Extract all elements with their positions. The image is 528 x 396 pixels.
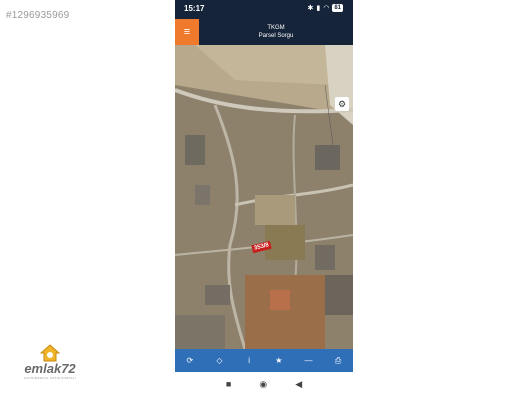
info-icon[interactable]: i: [239, 356, 259, 365]
status-bar: 15:17 ✱ ▮ ◠ 81: [175, 0, 353, 19]
status-icons: ✱ ▮ ◠ 81: [307, 4, 343, 12]
app-header: ≡ TKGM Parsel Sorgu: [175, 19, 353, 45]
app-title: TKGM Parsel Sorgu: [199, 24, 353, 40]
recent-apps-icon[interactable]: ■: [226, 379, 231, 389]
hamburger-icon: ≡: [183, 26, 191, 38]
brand-logo: emlak72 GAYRIMENKUL SATIŞ PORTALI: [22, 344, 78, 380]
locate-icon[interactable]: ◇: [209, 356, 229, 365]
map-toolbar: ⟳ ◇ i ★ — ⎙: [175, 349, 353, 372]
star-icon[interactable]: ★: [269, 356, 289, 365]
home-icon[interactable]: ◉: [259, 379, 267, 390]
wifi-icon: ◠: [323, 5, 330, 12]
system-nav-bar: ■ ◉ ◀: [175, 372, 353, 396]
map-imagery: [175, 45, 353, 349]
battery-icon: 81: [332, 4, 343, 12]
status-time: 15:17: [184, 4, 205, 13]
refresh-icon[interactable]: ⟳: [180, 356, 200, 365]
measure-icon[interactable]: —: [298, 356, 318, 365]
satellite-map[interactable]: ⚙ 353/8: [175, 45, 353, 349]
house-logo-icon: [40, 344, 60, 362]
phone-screen: 15:17 ✱ ▮ ◠ 81 ≡ TKGM Parsel Sorgu ⚙ 353…: [175, 0, 353, 396]
gear-icon: ⚙: [337, 98, 347, 109]
menu-button[interactable]: ≡: [175, 19, 199, 45]
brand-name: emlak72: [24, 361, 76, 376]
print-icon[interactable]: ⎙: [328, 356, 348, 366]
app-title-main: TKGM: [267, 25, 285, 31]
image-id-watermark: #1296935969: [6, 10, 70, 21]
settings-button[interactable]: ⚙: [335, 97, 349, 111]
back-icon[interactable]: ◀: [295, 379, 302, 390]
brand-tagline: GAYRIMENKUL SATIŞ PORTALI: [24, 376, 76, 380]
app-title-sub: Parsel Sorgu: [258, 33, 294, 39]
bluetooth-icon: ✱: [307, 5, 314, 12]
signal-icon: ▮: [316, 5, 321, 12]
